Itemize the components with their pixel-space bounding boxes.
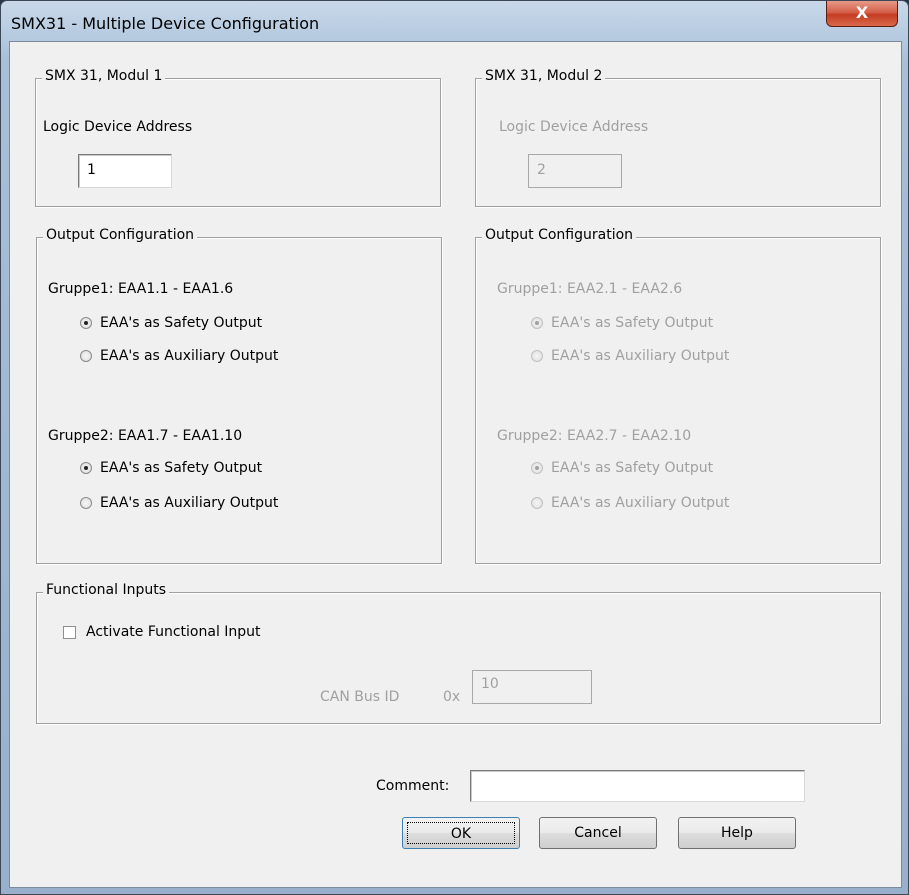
comment-input[interactable] <box>470 770 805 802</box>
modul2-group1-label: Gruppe1: EAA2.1 - EAA2.6 <box>497 281 683 297</box>
modul1-address-label: Logic Device Address <box>43 119 193 135</box>
help-button[interactable]: Help <box>678 817 796 849</box>
modul2-group2-safety-radio[interactable]: EAA's as Safety Output <box>531 458 713 478</box>
title-bar[interactable]: SMX31 - Multiple Device Configuration X <box>1 1 908 43</box>
radio-label: EAA's as Safety Output <box>551 315 714 331</box>
radio-unselected-icon <box>80 350 92 362</box>
radio-unselected-icon <box>531 350 543 362</box>
modul2-output-legend: Output Configuration <box>482 227 637 243</box>
modul2-group2-aux-radio[interactable]: EAA's as Auxiliary Output <box>531 493 729 513</box>
dialog-window: SMX31 - Multiple Device Configuration X … <box>0 0 909 895</box>
radio-selected-icon <box>80 462 92 474</box>
modul2-address-input[interactable]: 2 <box>528 154 622 188</box>
comment-label: Comment: <box>376 778 450 794</box>
checkbox-label: Activate Functional Input <box>86 624 261 640</box>
radio-label: EAA's as Safety Output <box>100 460 263 476</box>
radio-unselected-icon <box>80 497 92 509</box>
ok-button[interactable]: OK <box>402 817 520 849</box>
ok-button-label: OK <box>407 822 515 844</box>
modul2-output-group: Output Configuration Gruppe1: EAA2.1 - E… <box>475 227 881 564</box>
modul2-address-label: Logic Device Address <box>499 119 649 135</box>
close-button[interactable]: X <box>826 1 898 27</box>
radio-selected-icon <box>531 317 543 329</box>
radio-label: EAA's as Auxiliary Output <box>100 348 279 364</box>
activate-functional-input-checkbox[interactable]: Activate Functional Input <box>63 624 261 640</box>
modul1-legend: SMX 31, Modul 1 <box>42 68 166 84</box>
modul1-address-input[interactable]: 1 <box>78 154 172 188</box>
cancel-button[interactable]: Cancel <box>539 817 657 849</box>
functional-inputs-group: Functional Inputs Activate Functional In… <box>36 582 881 724</box>
modul1-group2-aux-radio[interactable]: EAA's as Auxiliary Output <box>80 493 278 513</box>
modul1-group2-label: Gruppe2: EAA1.7 - EAA1.10 <box>48 428 243 444</box>
modul1-group1-label: Gruppe1: EAA1.1 - EAA1.6 <box>48 281 234 297</box>
close-icon: X <box>855 3 869 22</box>
radio-label: EAA's as Auxiliary Output <box>551 348 730 364</box>
radio-label: EAA's as Auxiliary Output <box>551 495 730 511</box>
modul2-legend: SMX 31, Modul 2 <box>482 68 606 84</box>
window-title: SMX31 - Multiple Device Configuration <box>11 14 320 33</box>
radio-unselected-icon <box>531 497 543 509</box>
canbus-id-label: CAN Bus ID <box>320 689 400 705</box>
modul1-output-group: Output Configuration Gruppe1: EAA1.1 - E… <box>36 227 442 564</box>
modul1-group: SMX 31, Modul 1 Logic Device Address 1 <box>35 68 441 207</box>
canbus-id-input[interactable]: 10 <box>472 670 592 704</box>
modul2-group1-aux-radio[interactable]: EAA's as Auxiliary Output <box>531 346 729 366</box>
modul1-output-legend: Output Configuration <box>43 227 198 243</box>
modul2-group: SMX 31, Modul 2 Logic Device Address 2 <box>475 68 881 207</box>
radio-selected-icon <box>80 317 92 329</box>
canbus-id-prefix: 0x <box>443 689 461 705</box>
modul1-group1-aux-radio[interactable]: EAA's as Auxiliary Output <box>80 346 278 366</box>
modul2-group2-label: Gruppe2: EAA2.7 - EAA2.10 <box>497 428 692 444</box>
dialog-client-area: SMX 31, Modul 1 Logic Device Address 1 S… <box>9 41 902 888</box>
modul2-group1-safety-radio[interactable]: EAA's as Safety Output <box>531 313 713 333</box>
modul1-group2-safety-radio[interactable]: EAA's as Safety Output <box>80 458 262 478</box>
radio-label: EAA's as Safety Output <box>551 460 714 476</box>
radio-selected-icon <box>531 462 543 474</box>
functional-inputs-legend: Functional Inputs <box>43 582 170 598</box>
radio-label: EAA's as Auxiliary Output <box>100 495 279 511</box>
radio-label: EAA's as Safety Output <box>100 315 263 331</box>
checkbox-icon <box>63 625 76 639</box>
modul1-group1-safety-radio[interactable]: EAA's as Safety Output <box>80 313 262 333</box>
